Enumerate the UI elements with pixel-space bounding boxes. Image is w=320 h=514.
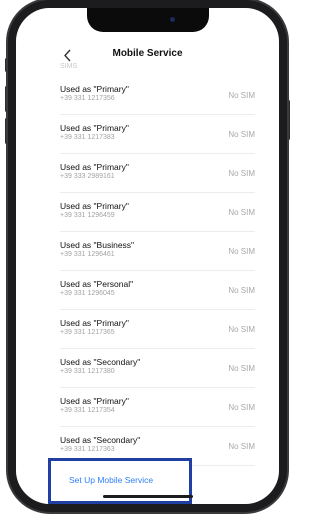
sim-status: No SIM [228,208,255,217]
home-indicator [102,495,193,498]
page-title: Mobile Service [112,48,183,59]
sim-list: Used as "Primary" +39 331 1217356 No SIM… [16,76,279,466]
sim-status: No SIM [228,169,255,178]
sim-status: No SIM [228,403,255,412]
sim-usage-label: Used as "Business" [60,240,135,250]
sim-phone-number: +39 331 1217365 [60,329,115,336]
sim-usage-label: Used as "Primary" [60,162,129,172]
navigation-bar: Mobile Service [16,44,279,70]
sim-list-item[interactable]: Used as "Primary" +39 331 1217354 No SIM [60,388,255,427]
sim-phone-number: +39 331 1217354 [60,407,115,414]
sim-phone-number: +39 331 1296461 [60,251,115,258]
sim-list-item[interactable]: Used as "Primary" +39 331 1217365 No SIM [60,310,255,349]
sim-list-item[interactable]: Used as "Primary" +39 331 1217356 No SIM [60,76,255,115]
sim-list-item[interactable]: Used as "Primary" +39 331 1217383 No SIM [60,115,255,154]
phone-frame: Mobile Service SIMS Used as "Primary" +3… [8,0,287,512]
sim-usage-label: Used as "Primary" [60,123,129,133]
sim-status: No SIM [228,442,255,451]
sim-usage-label: Used as "Primary" [60,318,129,328]
sim-phone-number: +39 331 1296045 [60,290,115,297]
sim-list-item[interactable]: Used as "Secondary" +39 331 1217380 No S… [60,349,255,388]
phone-power-button [287,100,290,140]
stage: Mobile Service SIMS Used as "Primary" +3… [0,0,295,514]
sim-status: No SIM [228,91,255,100]
sim-usage-label: Used as "Primary" [60,84,129,94]
sim-phone-number: +39 331 1217383 [60,134,115,141]
sim-list-item[interactable]: Used as "Business" +39 331 1296461 No SI… [60,232,255,271]
sim-status: No SIM [228,247,255,256]
screen: Mobile Service SIMS Used as "Primary" +3… [16,8,279,504]
sim-usage-label: Used as "Secondary" [60,357,141,367]
sim-list-item[interactable]: Used as "Personal" +39 331 1296045 No SI… [60,271,255,310]
sim-usage-label: Used as "Personal" [60,279,134,289]
sim-status: No SIM [228,286,255,295]
sim-status: No SIM [228,130,255,139]
sim-list-item[interactable]: Used as "Primary" +39 333 2989161 No SIM [60,154,255,193]
sim-list-item[interactable]: Used as "Primary" +39 331 1296459 No SIM [60,193,255,232]
sim-phone-number: +39 331 1296459 [60,212,115,219]
sim-phone-number: +39 331 1217356 [60,95,115,102]
sim-phone-number: +39 331 1217380 [60,368,115,375]
phone-notch [86,8,209,32]
sim-usage-label: Used as "Primary" [60,201,129,211]
sim-usage-label: Used as "Primary" [60,396,129,406]
sim-phone-number: +39 333 2989161 [60,173,115,180]
sim-phone-number: +39 331 1217363 [60,446,115,453]
section-label: SIMS [60,63,78,70]
sim-usage-label: Used as "Secondary" [60,435,141,445]
sim-status: No SIM [228,325,255,334]
sim-status: No SIM [228,364,255,373]
setup-mobile-service-link[interactable]: Set Up Mobile Service [69,475,153,485]
front-camera-icon [169,17,175,22]
